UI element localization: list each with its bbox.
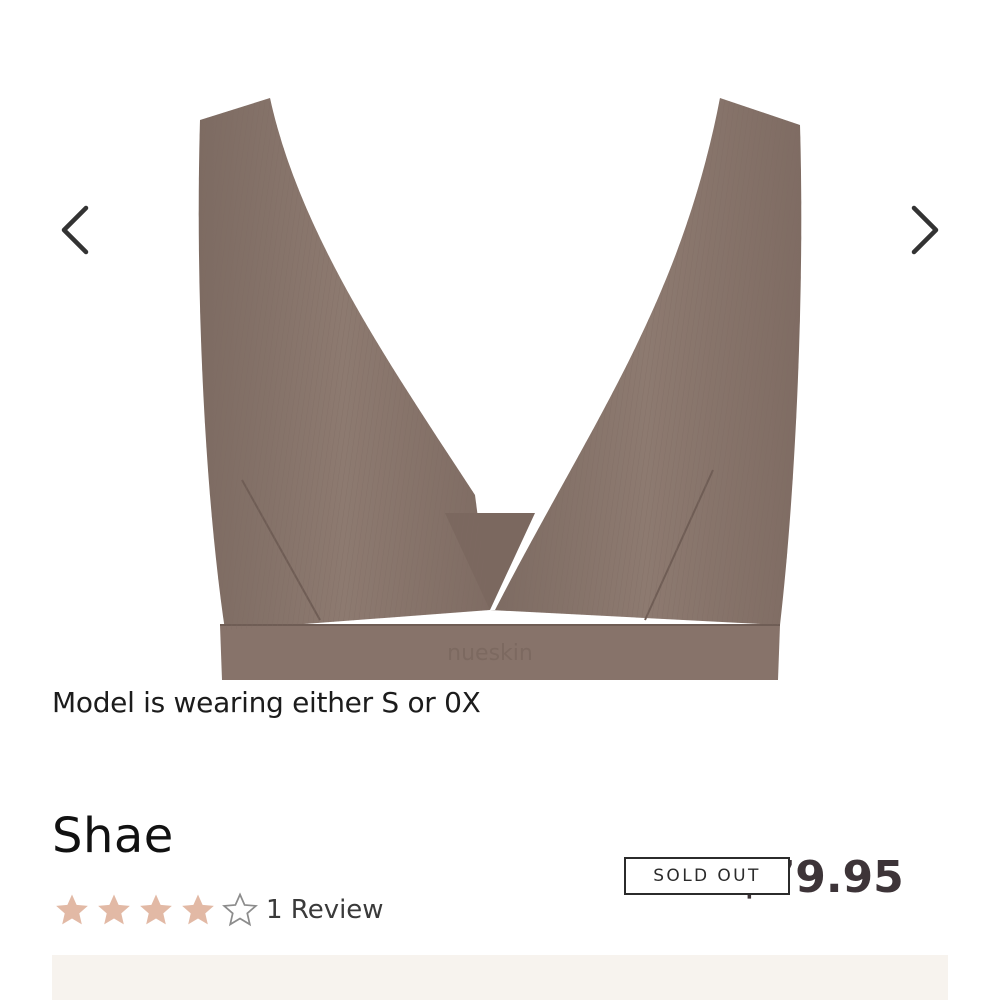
carousel-prev-button[interactable]	[45, 195, 105, 265]
carousel-next-button[interactable]	[895, 195, 955, 265]
product-rating[interactable]: 1 Review	[52, 890, 384, 930]
product-brand-emboss: nueskin	[447, 641, 533, 666]
star-outline-icon	[222, 892, 258, 927]
chevron-right-icon	[911, 205, 939, 255]
product-title: Shae	[52, 808, 174, 864]
sold-out-badge: SOLD OUT	[624, 857, 790, 895]
star-icon	[140, 894, 172, 925]
product-image-carousel: nueskin	[0, 0, 1000, 690]
star-icon	[182, 894, 214, 925]
product-options-panel	[52, 955, 948, 1000]
image-caption: Model is wearing either S or 0X	[52, 686, 481, 719]
review-count-link[interactable]: 1 Review	[266, 895, 384, 925]
chevron-left-icon	[61, 205, 89, 255]
product-image: nueskin	[198, 98, 802, 680]
star-icon	[56, 894, 88, 925]
star-icon	[98, 894, 130, 925]
